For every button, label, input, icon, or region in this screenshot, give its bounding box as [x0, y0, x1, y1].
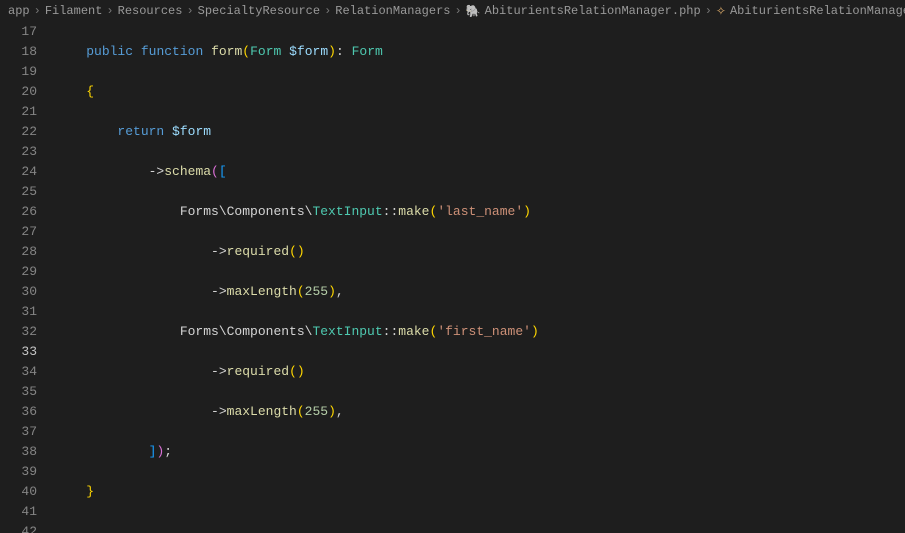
php-icon: 🐘: [466, 4, 481, 19]
code-content[interactable]: public function form(Form $form): Form {…: [55, 22, 905, 533]
line-number: 24: [8, 162, 37, 182]
line-number: 31: [8, 302, 37, 322]
breadcrumb-class[interactable]: ✧AbiturientsRelationManager: [716, 4, 905, 19]
breadcrumb-seg[interactable]: Resources: [118, 4, 183, 18]
chevron-icon: ›: [106, 4, 113, 18]
chevron-icon: ›: [454, 4, 461, 18]
line-number: 41: [8, 502, 37, 522]
chevron-icon: ›: [324, 4, 331, 18]
line-number: 32: [8, 322, 37, 342]
line-gutter: 1718192021222324252627282930313233343536…: [0, 22, 55, 533]
line-number: 34: [8, 362, 37, 382]
breadcrumb-seg[interactable]: app: [8, 4, 30, 18]
line-number: 39: [8, 462, 37, 482]
line-number: 37: [8, 422, 37, 442]
breadcrumb-file[interactable]: 🐘AbiturientsRelationManager.php: [466, 4, 701, 19]
line-number: 40: [8, 482, 37, 502]
line-number: 22: [8, 122, 37, 142]
breadcrumb-seg[interactable]: Filament: [45, 4, 103, 18]
line-number: 26: [8, 202, 37, 222]
line-number: 19: [8, 62, 37, 82]
line-number: 38: [8, 442, 37, 462]
chevron-icon: ›: [705, 4, 712, 18]
line-number: 25: [8, 182, 37, 202]
line-number: 28: [8, 242, 37, 262]
line-number: 36: [8, 402, 37, 422]
chevron-icon: ›: [34, 4, 41, 18]
breadcrumb-seg[interactable]: SpecialtyResource: [198, 4, 320, 18]
line-number: 20: [8, 82, 37, 102]
line-number: 42: [8, 522, 37, 533]
class-icon: ✧: [716, 4, 726, 19]
line-number: 18: [8, 42, 37, 62]
line-number: 27: [8, 222, 37, 242]
line-number: 17: [8, 22, 37, 42]
line-number: 33: [8, 342, 37, 362]
breadcrumb[interactable]: app › Filament › Resources › SpecialtyRe…: [0, 0, 905, 22]
breadcrumb-seg[interactable]: RelationManagers: [335, 4, 450, 18]
editor-area[interactable]: 1718192021222324252627282930313233343536…: [0, 22, 905, 533]
line-number: 29: [8, 262, 37, 282]
line-number: 35: [8, 382, 37, 402]
line-number: 21: [8, 102, 37, 122]
chevron-icon: ›: [186, 4, 193, 18]
line-number: 23: [8, 142, 37, 162]
line-number: 30: [8, 282, 37, 302]
